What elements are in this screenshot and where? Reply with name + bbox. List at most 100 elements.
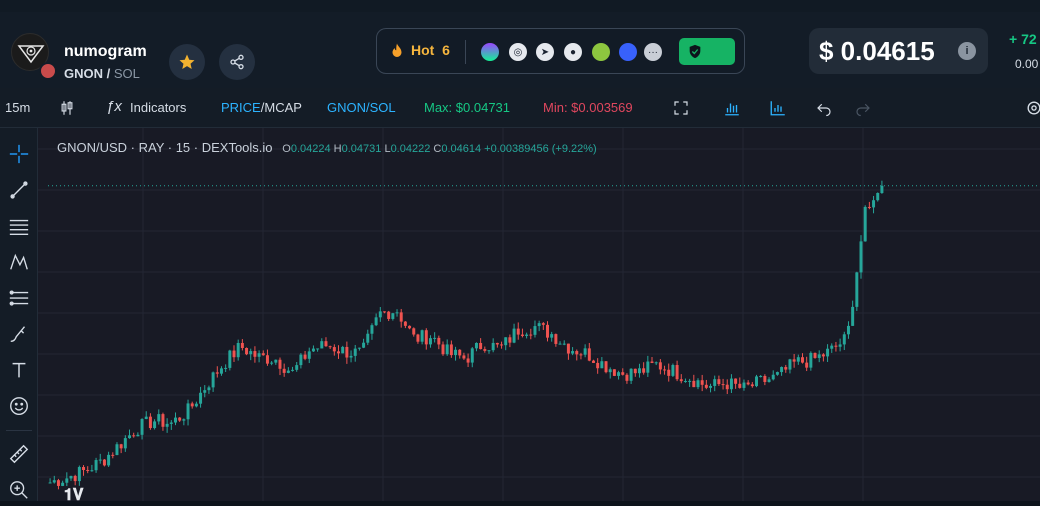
indicators-button[interactable]: Indicators — [130, 100, 186, 115]
candle-body — [249, 351, 253, 355]
globe-icon[interactable]: ◎ — [509, 43, 527, 61]
candle-body — [245, 347, 249, 355]
candle-body — [337, 351, 340, 354]
solana-icon[interactable] — [481, 43, 499, 61]
redo-icon[interactable] — [854, 99, 872, 117]
candle-body — [495, 342, 499, 345]
candle-body — [194, 403, 198, 407]
candle-body — [675, 365, 679, 380]
hot-label: Hot — [411, 42, 435, 58]
price-chart[interactable] — [38, 128, 1040, 501]
candle-body — [872, 200, 876, 208]
pattern-tool[interactable] — [7, 250, 31, 274]
trend-line-icon — [10, 181, 28, 199]
mcap-label[interactable]: MCAP — [264, 100, 302, 115]
candle-body — [257, 353, 261, 357]
token-name: numogram — [64, 43, 147, 60]
favorite-button[interactable] — [169, 44, 205, 80]
candle-body — [842, 334, 846, 345]
hot-rank[interactable]: Hot 6 — [411, 42, 450, 58]
candle-body — [69, 475, 73, 479]
text-tool[interactable] — [7, 358, 31, 382]
candle-body — [738, 383, 742, 388]
candle-body — [165, 423, 169, 427]
volume-chart-icon[interactable] — [723, 99, 741, 117]
price-label[interactable]: PRICE — [221, 100, 261, 115]
legend-title: GNON/USD · RAY · 15 · DEXTools.io — [57, 140, 273, 155]
telegram-icon[interactable]: ➤ — [536, 43, 554, 61]
candle-body — [587, 348, 591, 361]
candle-body — [119, 444, 123, 449]
pair-quote-toggle[interactable]: GNON/SOL — [327, 100, 396, 115]
candle-body — [282, 368, 286, 373]
candle-body — [316, 348, 320, 350]
candle-body — [596, 362, 600, 369]
candle-body — [642, 368, 646, 373]
candle-body — [370, 325, 374, 334]
pair-quote: SOL — [113, 66, 140, 81]
candle-body — [357, 347, 361, 349]
indicators-icon[interactable]: ƒx — [106, 98, 122, 115]
candle-body — [801, 357, 804, 363]
candle-body — [834, 345, 838, 347]
candle-body — [412, 328, 416, 335]
price-mcap-toggle[interactable]: PRICE/MCAP — [221, 100, 302, 115]
legend-o-label: O — [282, 143, 291, 155]
candle-body — [190, 403, 194, 407]
candle-body — [755, 376, 758, 387]
info-icon[interactable]: i — [958, 42, 976, 60]
candle-body — [650, 361, 654, 363]
candle-body — [583, 348, 587, 355]
candle-body — [537, 323, 541, 327]
candle-body — [771, 374, 775, 380]
bar-chart-icon[interactable] — [769, 99, 787, 117]
candle-body — [366, 333, 370, 343]
candle-body — [140, 419, 144, 435]
fib-tool[interactable] — [7, 286, 31, 310]
candle-body — [232, 350, 236, 358]
interval-selector[interactable]: 15m — [5, 100, 30, 115]
candle-body — [721, 384, 725, 386]
measure-tool[interactable] — [7, 442, 31, 466]
more-icon[interactable]: ··· — [644, 43, 662, 61]
candle-body — [508, 337, 512, 343]
candle-type-icon[interactable] — [58, 99, 76, 117]
candle-body — [299, 354, 303, 366]
candle-body — [479, 342, 483, 350]
candle-body — [679, 379, 683, 382]
coinmarketcap-icon[interactable] — [619, 43, 637, 61]
candle-body — [750, 384, 754, 387]
candle-body — [286, 370, 290, 373]
undo-icon[interactable] — [815, 99, 833, 117]
candle-body — [683, 381, 687, 383]
chart-toolbar: 15m ƒx Indicators PRICE/MCAP GNON/SOL Ma… — [0, 88, 1040, 128]
coingecko-icon[interactable] — [592, 43, 610, 61]
current-price: $ 0.04615 — [819, 36, 935, 66]
token-pair: GNON / SOL — [64, 66, 140, 81]
fullscreen-icon[interactable] — [672, 99, 690, 117]
candle-body — [529, 334, 533, 336]
reddit-icon[interactable]: ● — [564, 43, 582, 61]
candle-body — [838, 344, 842, 347]
candle-body — [224, 367, 228, 369]
candle-body — [746, 382, 750, 385]
share-button[interactable] — [219, 44, 255, 80]
crosshair-tool[interactable] — [7, 142, 31, 166]
emoji-tool[interactable] — [7, 394, 31, 418]
candle-body — [742, 382, 746, 388]
zoom-tool[interactable] — [7, 478, 31, 502]
trend-line-tool[interactable] — [7, 178, 31, 202]
candle-body — [157, 414, 161, 422]
audit-button[interactable] — [679, 38, 735, 65]
candle-body — [328, 346, 332, 348]
brush-tool[interactable] — [7, 322, 31, 346]
horizontal-lines-tool[interactable] — [7, 214, 31, 238]
text-icon — [12, 362, 26, 378]
candle-body — [846, 325, 850, 335]
candle-body — [341, 346, 345, 354]
fib-icon — [9, 290, 29, 306]
candle-body — [470, 348, 474, 363]
max-price: Max: $0.04731 — [424, 100, 511, 115]
candle-body — [713, 379, 717, 386]
settings-icon[interactable] — [1024, 98, 1040, 118]
